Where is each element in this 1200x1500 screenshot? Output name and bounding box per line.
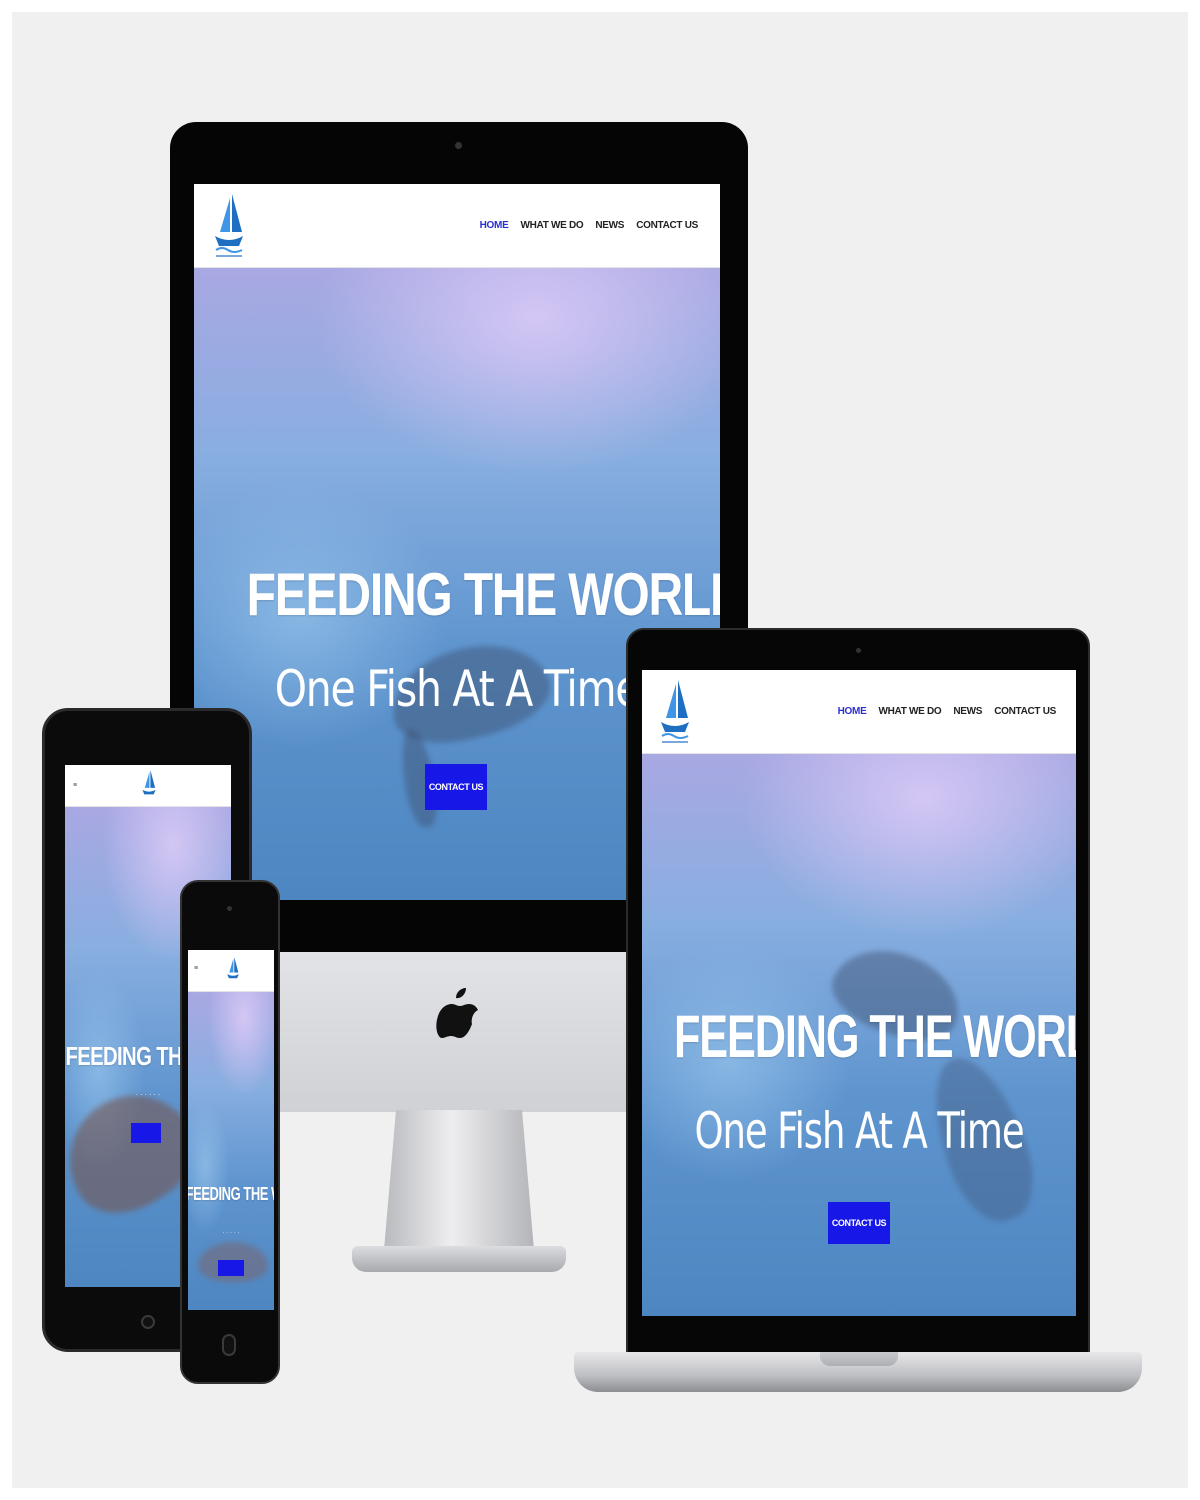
site-header: HOME WHAT WE DO NEWS CONTACT US (194, 184, 720, 268)
tablet-site-header: ≡ (65, 765, 231, 807)
main-nav: HOME WHAT WE DO NEWS CONTACT US (480, 220, 699, 231)
phone-headline: FEEDING THE WORLD (188, 1184, 274, 1204)
monitor-stand (384, 1110, 534, 1250)
laptop-nav-contact-us[interactable]: CONTACT US (994, 706, 1056, 717)
nav-what-we-do[interactable]: WHAT WE DO (520, 220, 583, 231)
laptop-hero-tagline: One Fish At A Time (694, 1102, 1024, 1160)
laptop-hero-contact-button[interactable]: CONTACT US (828, 1202, 890, 1244)
phone-sailboat-logo-icon[interactable] (226, 956, 240, 989)
phone-hero: FEEDING THE WORLD · · · · · (188, 992, 274, 1310)
tablet-contact-button[interactable] (131, 1123, 161, 1143)
phone-tagline: · · · · · (222, 1230, 240, 1237)
hero-headline: FEEDING THE WORLD! (246, 561, 720, 628)
tablet-sailboat-logo-icon[interactable] (141, 769, 157, 806)
phone-device: ≡ FEEDING THE WORLD · · · · · (180, 880, 280, 1384)
laptop-screen: HOME WHAT WE DO NEWS CONTACT US FEEDING … (642, 670, 1076, 1316)
laptop-nav-news[interactable]: NEWS (953, 706, 982, 717)
phone-camera (227, 906, 232, 911)
laptop-camera (856, 648, 861, 653)
nav-news[interactable]: NEWS (595, 220, 624, 231)
hamburger-menu-icon[interactable]: ≡ (73, 782, 77, 789)
monitor-base (352, 1246, 566, 1272)
laptop-main-nav: HOME WHAT WE DO NEWS CONTACT US (838, 706, 1057, 717)
laptop-sailboat-logo-icon[interactable] (658, 678, 692, 751)
nav-contact-us[interactable]: CONTACT US (636, 220, 698, 231)
phone-screen: ≡ FEEDING THE WORLD · · · · · (188, 950, 274, 1310)
laptop-lid-notch (820, 1352, 898, 1366)
phone-contact-button[interactable] (218, 1260, 244, 1276)
phone-site-header: ≡ (188, 950, 274, 992)
tablet-home-button[interactable] (141, 1315, 155, 1329)
apple-logo-icon (436, 986, 480, 1045)
phone-home-button[interactable] (222, 1334, 236, 1356)
laptop-site-header: HOME WHAT WE DO NEWS CONTACT US (642, 670, 1076, 754)
laptop-nav-home[interactable]: HOME (838, 706, 867, 717)
sailboat-logo-icon[interactable] (212, 192, 246, 265)
phone-hamburger-menu-icon[interactable]: ≡ (194, 965, 198, 972)
monitor-camera (455, 142, 462, 149)
hero-tagline: One Fish At A Time (274, 660, 641, 718)
page-canvas: HOME WHAT WE DO NEWS CONTACT US FEEDING … (0, 0, 1200, 1500)
laptop-device: HOME WHAT WE DO NEWS CONTACT US FEEDING … (626, 628, 1090, 1354)
hero-contact-button[interactable]: CONTACT US (425, 764, 487, 810)
laptop-nav-what-we-do[interactable]: WHAT WE DO (878, 706, 941, 717)
nav-home[interactable]: HOME (480, 220, 509, 231)
laptop-hero-headline: FEEDING THE WORLD! (673, 1003, 1076, 1070)
laptop-hero: FEEDING THE WORLD! One Fish At A Time CO… (642, 754, 1076, 1316)
